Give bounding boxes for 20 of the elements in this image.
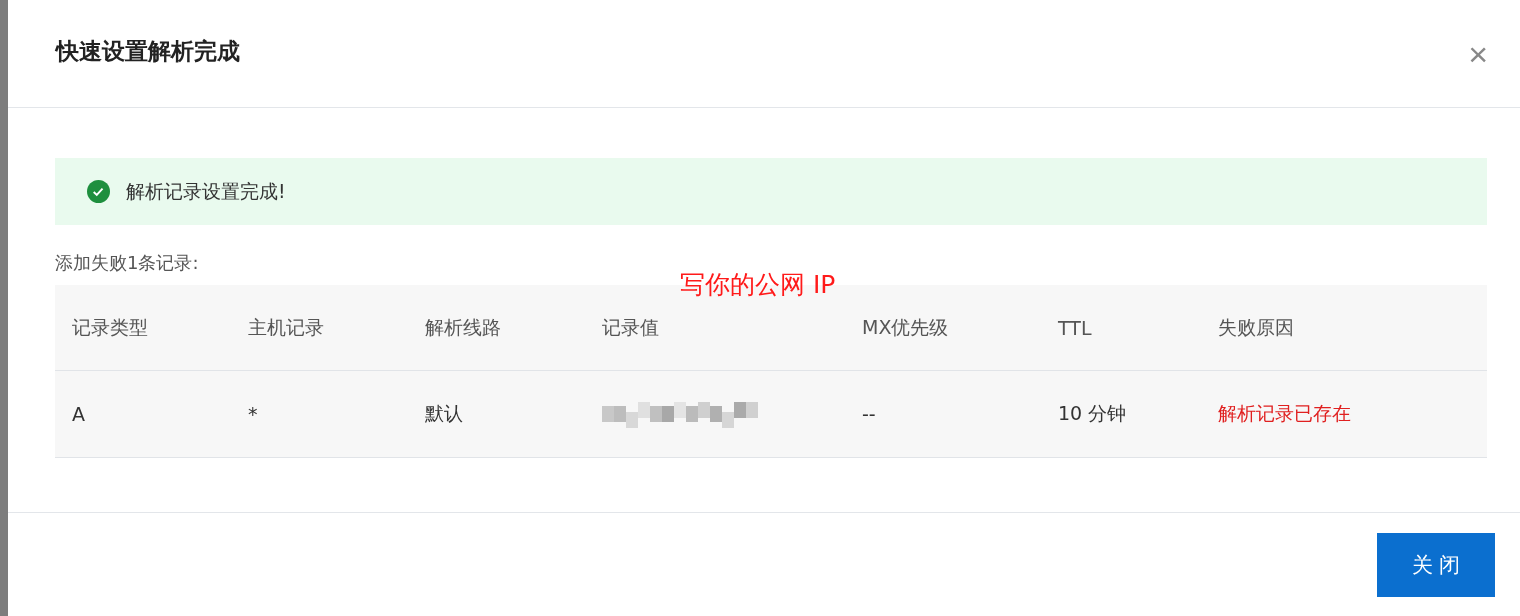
- column-header: MX优先级: [862, 314, 950, 340]
- table-cell-text: --: [862, 403, 877, 425]
- column-header: 记录值: [602, 314, 660, 340]
- column-header: 解析线路: [425, 314, 502, 340]
- check-circle-icon: [87, 180, 110, 203]
- dialog-title: 快速设置解析完成: [56, 37, 240, 66]
- column-header: 记录类型: [72, 314, 149, 340]
- alert-message: 解析记录设置完成!: [126, 178, 286, 204]
- column-header: 失败原因: [1218, 314, 1295, 340]
- column-header: 主机记录: [248, 314, 325, 340]
- close-button[interactable]: ×: [1464, 36, 1492, 71]
- failed-records-label: 添加失败1条记录:: [55, 251, 200, 275]
- close-dialog-button[interactable]: 关 闭: [1377, 533, 1495, 597]
- table-cell-text: *: [248, 403, 259, 425]
- error-cell-text: 解析记录已存在: [1218, 401, 1352, 426]
- table-cell-text: A: [72, 403, 86, 425]
- column-header: TTL: [1058, 316, 1093, 339]
- table-cell-text: 10 分钟: [1058, 401, 1128, 426]
- annotation-text: 写你的公网 IP: [680, 269, 836, 301]
- table-cell-text: 默认: [425, 401, 464, 426]
